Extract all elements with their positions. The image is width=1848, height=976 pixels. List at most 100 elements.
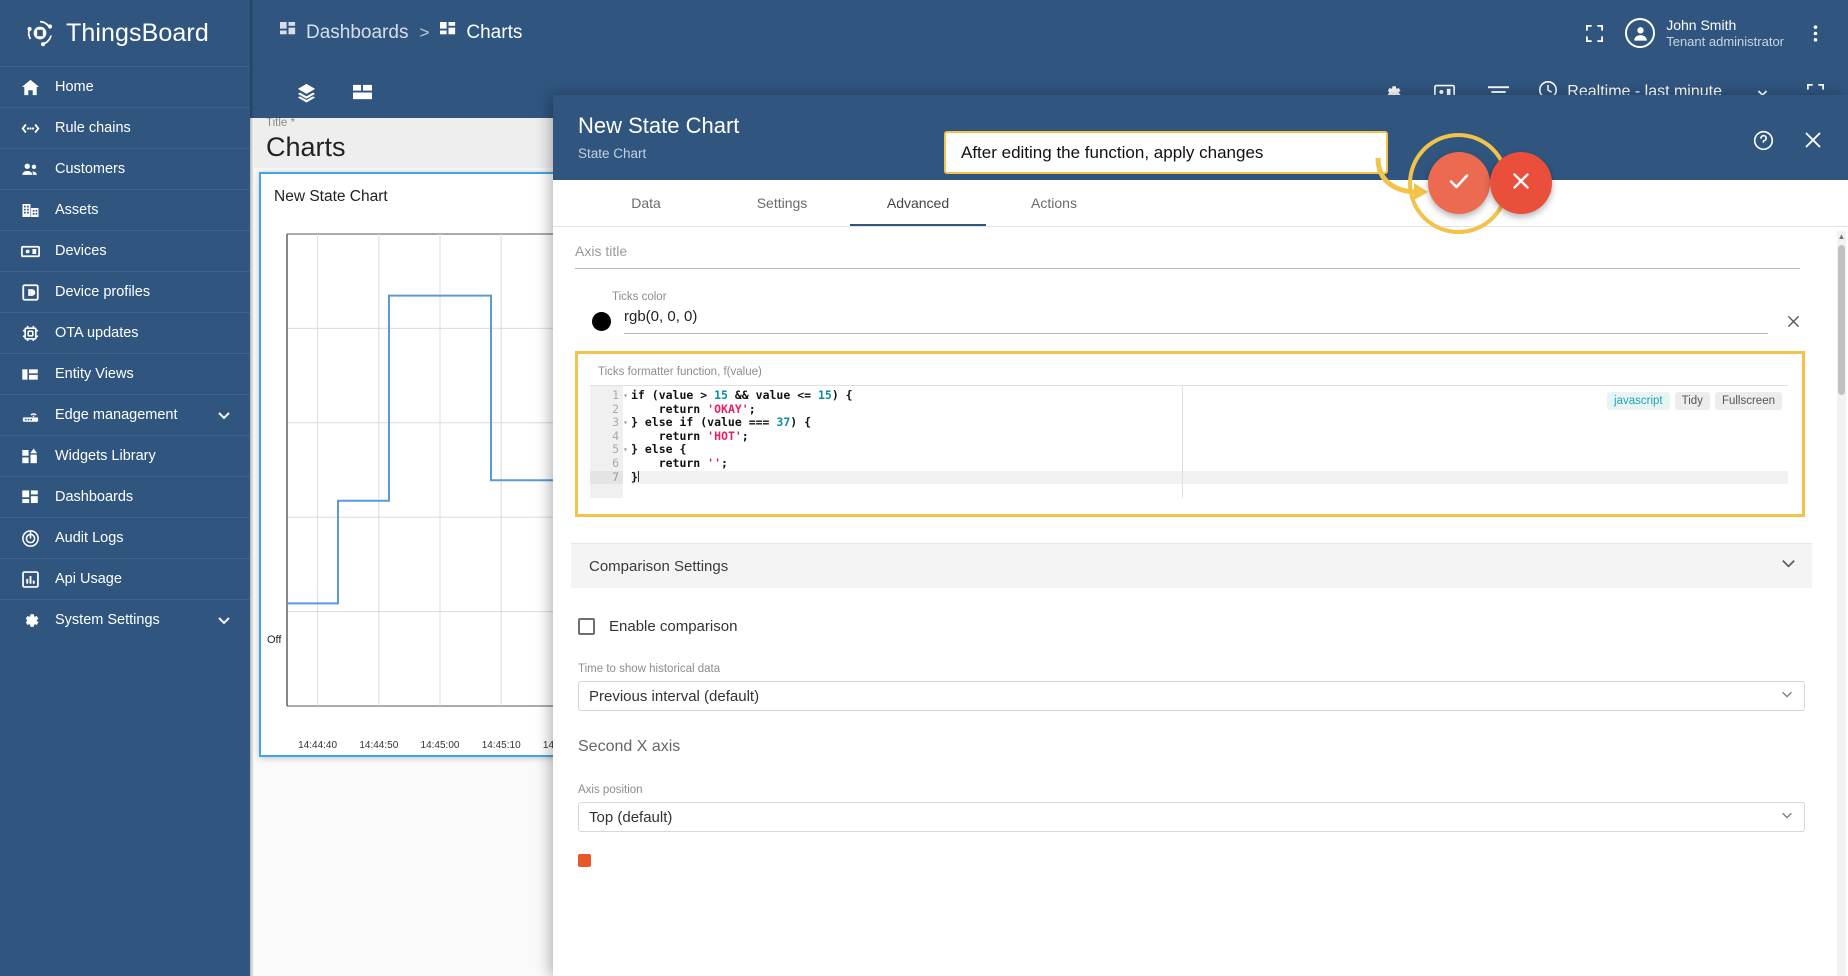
line-no: 7 xyxy=(612,469,619,484)
tab-settings[interactable]: Settings xyxy=(714,180,850,226)
code-line[interactable]: } xyxy=(631,470,1788,485)
tab-actions[interactable]: Actions xyxy=(986,180,1122,226)
enable-comparison-row[interactable]: Enable comparison xyxy=(578,618,1830,635)
line-no: 2 xyxy=(612,401,619,416)
code-line-number: 7 xyxy=(590,469,623,485)
axis-title-underline xyxy=(575,268,1800,269)
dashboards-icon xyxy=(440,21,457,45)
tab-label: Settings xyxy=(756,195,808,211)
chevron-down-icon[interactable] xyxy=(216,407,232,423)
axis-title-field[interactable]: Axis title xyxy=(553,227,1830,269)
sidebar-item-devices[interactable]: Devices xyxy=(0,230,250,271)
line-no: 1 xyxy=(612,388,619,402)
coachmark-tooltip: After editing the function, apply change… xyxy=(944,131,1388,174)
sidebar-item-audit-logs[interactable]: Audit Logs xyxy=(0,517,250,558)
more-vertical-icon[interactable] xyxy=(1802,20,1828,46)
tab-advanced[interactable]: Advanced xyxy=(850,180,986,226)
ticks-formatter-label: Ticks formatter function, f(value) xyxy=(598,366,762,378)
line-no: 6 xyxy=(612,455,619,470)
panel-scrollbar[interactable]: ▲ ▼ xyxy=(1837,231,1846,976)
user-name: John Smith xyxy=(1666,16,1737,33)
sidebar-item-widgets-library[interactable]: Widgets Library xyxy=(0,435,250,476)
chart-xtick: 14:44:50 xyxy=(359,740,399,751)
user-menu[interactable]: John Smith Tenant administrator xyxy=(1625,17,1784,50)
sidebar-item-label: Api Usage xyxy=(55,571,122,587)
time-historical-select[interactable]: Previous interval (default) xyxy=(578,681,1805,711)
show-labels-checkbox[interactable] xyxy=(578,854,591,867)
axis-position-label: Axis position xyxy=(578,784,643,796)
panel-scrollbar-thumb[interactable] xyxy=(1838,245,1845,395)
breadcrumb-item-dashboards[interactable]: Dashboards xyxy=(280,21,409,45)
sidebar-item-system-settings[interactable]: System Settings xyxy=(0,599,250,640)
cancel-changes-button[interactable] xyxy=(1490,152,1552,214)
editor-tidy-button[interactable]: Tidy xyxy=(1674,392,1710,410)
code-line[interactable]: return 'HOT'; xyxy=(631,429,1788,444)
code-line-number: 2 xyxy=(590,401,623,417)
editor-fullscreen-button[interactable]: Fullscreen xyxy=(1714,392,1782,410)
sidebar-item-api-usage[interactable]: Api Usage xyxy=(0,558,250,599)
fullscreen-icon[interactable] xyxy=(1581,20,1607,46)
sidebar-item-label: System Settings xyxy=(55,612,160,628)
code-line[interactable]: } else { xyxy=(631,443,1788,457)
breadcrumb-item-charts[interactable]: Charts xyxy=(440,21,523,45)
breadcrumb-label-dashboards: Dashboards xyxy=(306,22,409,43)
dashboard-layout-icon[interactable] xyxy=(349,79,375,105)
help-circle-icon[interactable] xyxy=(1750,127,1776,153)
chevron-down-icon[interactable] xyxy=(1779,554,1798,578)
breadcrumb-label-charts: Charts xyxy=(466,22,523,43)
chevron-down-icon[interactable] xyxy=(216,612,232,628)
sidebar-item-label: Device profiles xyxy=(55,284,151,300)
dashboard-title-label: Title * xyxy=(266,117,295,129)
code-editor[interactable]: 1 ▾ 2 3 ▾ 4 5 ▾ 6 7 if (value > 15 && value <= 15… xyxy=(590,385,1788,498)
ticks-color-value[interactable]: rgb(0, 0, 0) xyxy=(624,308,1768,334)
audit-logs-icon xyxy=(19,527,41,549)
sidebar-item-label: Assets xyxy=(55,202,99,218)
sidebar-item-edge-management[interactable]: Edge management xyxy=(0,394,250,435)
comparison-settings-header[interactable]: Comparison Settings xyxy=(571,544,1812,588)
widget-edit-panel: New State Chart State Chart Data Settings xyxy=(553,95,1848,976)
code-line[interactable]: return ''; xyxy=(631,456,1788,471)
ticks-color-swatch[interactable] xyxy=(592,311,611,331)
editor-divider xyxy=(1182,386,1183,498)
axis-position-value: Top (default) xyxy=(589,808,673,826)
widget-state-chart[interactable]: New State Chart Off 14:44:40 14:44:50 14:4… xyxy=(259,172,594,757)
sidebar-item-device-profiles[interactable]: Device profiles xyxy=(0,271,250,312)
sidebar-item-assets[interactable]: Assets xyxy=(0,189,250,230)
chevron-down-icon xyxy=(1780,687,1794,705)
sidebar-item-label: Widgets Library xyxy=(55,448,156,464)
sidebar-item-dashboards[interactable]: Dashboards xyxy=(0,476,250,517)
show-labels-row-partial[interactable] xyxy=(578,854,1830,872)
sidebar-nav-list: Home Rule chains Customers Assets Devices Dev… xyxy=(0,66,250,640)
brand[interactable]: ThingsBoard xyxy=(0,0,250,66)
system-settings-icon xyxy=(19,609,41,631)
sidebar-item-rule-chains[interactable]: Rule chains xyxy=(0,107,250,148)
ticks-color-field: Ticks color rgb(0, 0, 0) xyxy=(575,291,1805,334)
chart-ytick-off: Off xyxy=(267,634,282,646)
ticks-color-label: Ticks color xyxy=(612,291,667,303)
editor-language-badge[interactable]: javascript xyxy=(1607,392,1670,410)
tab-label: Advanced xyxy=(886,195,950,211)
breadcrumb-separator: > xyxy=(419,23,430,42)
sidebar-item-customers[interactable]: Customers xyxy=(0,148,250,189)
tab-data[interactable]: Data xyxy=(578,180,714,226)
sidebar-item-home[interactable]: Home xyxy=(0,66,250,107)
line-no: 4 xyxy=(612,428,619,443)
topbar: Dashboards > Charts John Smith Tenant ad… xyxy=(250,0,1848,66)
sidebar-item-label: Audit Logs xyxy=(55,530,124,546)
dashboards-icon xyxy=(19,486,41,508)
widgets-library-icon xyxy=(19,445,41,467)
close-icon[interactable] xyxy=(1781,313,1805,330)
sidebar-item-entity-views[interactable]: Entity Views xyxy=(0,353,250,394)
line-no: 3 xyxy=(612,415,619,430)
code-line[interactable]: } else if (value === 37) { xyxy=(631,415,1788,430)
sidebar-item-ota-updates[interactable]: OTA updates xyxy=(0,312,250,353)
app-root: ThingsBoard Home Rule chains Customers Asse… xyxy=(0,0,1848,976)
sidebar: ThingsBoard Home Rule chains Customers Asse… xyxy=(0,0,250,976)
apply-changes-button[interactable] xyxy=(1428,152,1490,214)
axis-position-select[interactable]: Top (default) xyxy=(578,802,1805,832)
rule-chains-icon xyxy=(19,117,41,139)
chevron-up-icon[interactable]: ▲ xyxy=(1837,231,1846,242)
close-icon[interactable] xyxy=(1800,127,1826,153)
layers-icon[interactable] xyxy=(293,79,319,105)
enable-comparison-checkbox[interactable] xyxy=(578,618,595,635)
